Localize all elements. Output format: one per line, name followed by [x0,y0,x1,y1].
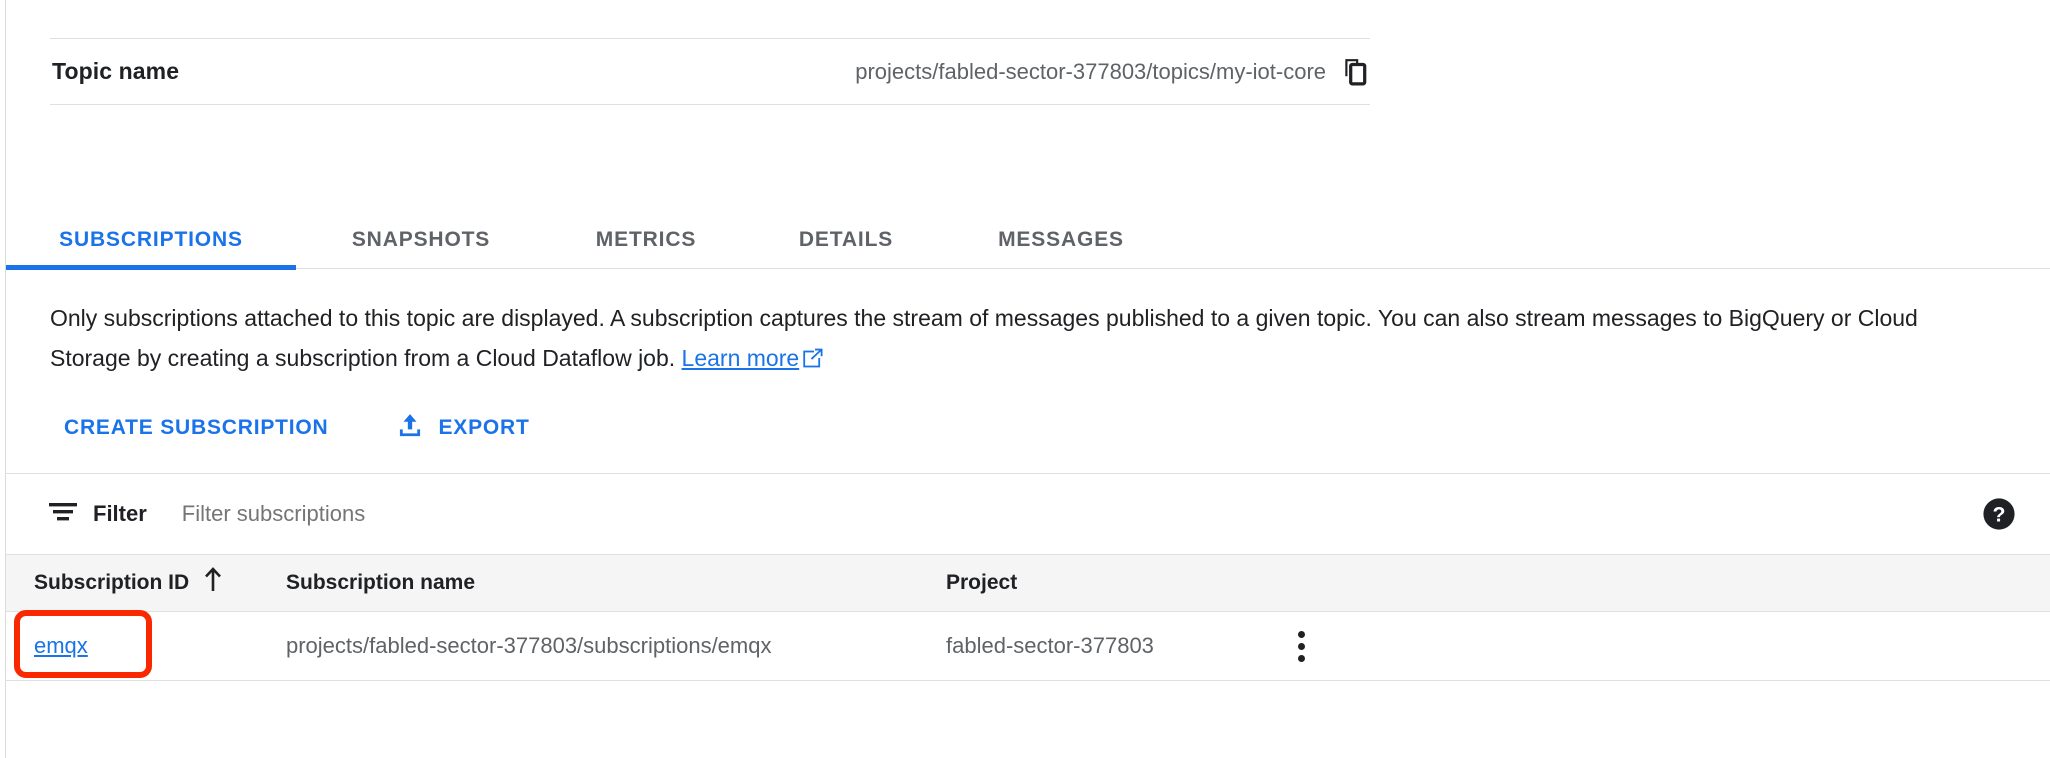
column-header-subscription-name[interactable]: Subscription name [286,571,946,595]
pubsub-topic-detail-page: Topic name projects/fabled-sector-377803… [0,0,2050,758]
more-vert-icon[interactable] [1292,625,1311,668]
create-subscription-button[interactable]: CREATE SUBSCRIPTION [50,408,343,448]
column-header-subscription-id-label: Subscription ID [34,571,189,595]
topic-name-row: Topic name projects/fabled-sector-377803… [50,39,1370,104]
table-body: emqx projects/fabled-sector-377803/subsc… [6,612,2050,681]
column-header-subscription-name-label: Subscription name [286,571,475,595]
learn-more-link[interactable]: Learn more [682,345,824,371]
filter-label: Filter [93,501,147,527]
subscription-actions-toolbar: CREATE SUBSCRIPTION EXPORT [50,404,544,452]
filter-bar: Filter ? [6,474,2050,554]
cell-project: fabled-sector-377803 [946,633,1256,659]
tab-snapshots[interactable]: SNAPSHOTS [296,206,546,252]
tab-details[interactable]: DETAILS [746,206,946,252]
upload-icon [397,412,423,444]
svg-text:?: ? [1993,503,2006,527]
tab-metrics[interactable]: METRICS [546,206,746,252]
tab-active-indicator [6,265,296,270]
copy-icon[interactable] [1342,58,1368,86]
filter-control-group[interactable]: Filter [48,500,664,528]
topic-name-value-group: projects/fabled-sector-377803/topics/my-… [855,58,1368,86]
external-link-icon [803,340,823,380]
topic-name-value: projects/fabled-sector-377803/topics/my-… [855,59,1326,85]
tab-bar: SUBSCRIPTIONS SNAPSHOTS METRICS DETAILS … [6,206,2050,270]
create-subscription-label: CREATE SUBSCRIPTION [64,416,329,440]
export-button[interactable]: EXPORT [383,404,544,452]
column-header-project-label: Project [946,571,1017,595]
arrow-up-icon [203,567,223,599]
tab-baseline-divider [6,268,2050,269]
help-icon[interactable]: ? [1982,497,2016,531]
subscriptions-table: Subscription ID Subscription name Projec… [6,554,2050,681]
topic-bottom-divider [50,104,1370,105]
subscriptions-description-text: Only subscriptions attached to this topi… [50,305,1918,371]
cell-row-actions [1256,625,1346,668]
column-header-project[interactable]: Project [946,571,1256,595]
filter-input[interactable] [180,500,664,528]
topic-name-label: Topic name [52,58,179,85]
topic-name-section: Topic name projects/fabled-sector-377803… [50,38,1370,105]
tab-messages[interactable]: MESSAGES [946,206,1176,252]
learn-more-label: Learn more [682,345,800,371]
subscription-id-link[interactable]: emqx [34,633,88,658]
tab-subscriptions[interactable]: SUBSCRIPTIONS [6,206,296,252]
table-row: emqx projects/fabled-sector-377803/subsc… [6,612,2050,681]
table-header-row: Subscription ID Subscription name Projec… [6,554,2050,612]
filter-icon [48,501,78,528]
cell-subscription-id: emqx [6,633,286,659]
column-header-subscription-id[interactable]: Subscription ID [6,567,286,599]
subscriptions-description: Only subscriptions attached to this topi… [50,298,1990,380]
export-label: EXPORT [439,416,530,440]
cell-subscription-name: projects/fabled-sector-377803/subscripti… [286,633,946,659]
